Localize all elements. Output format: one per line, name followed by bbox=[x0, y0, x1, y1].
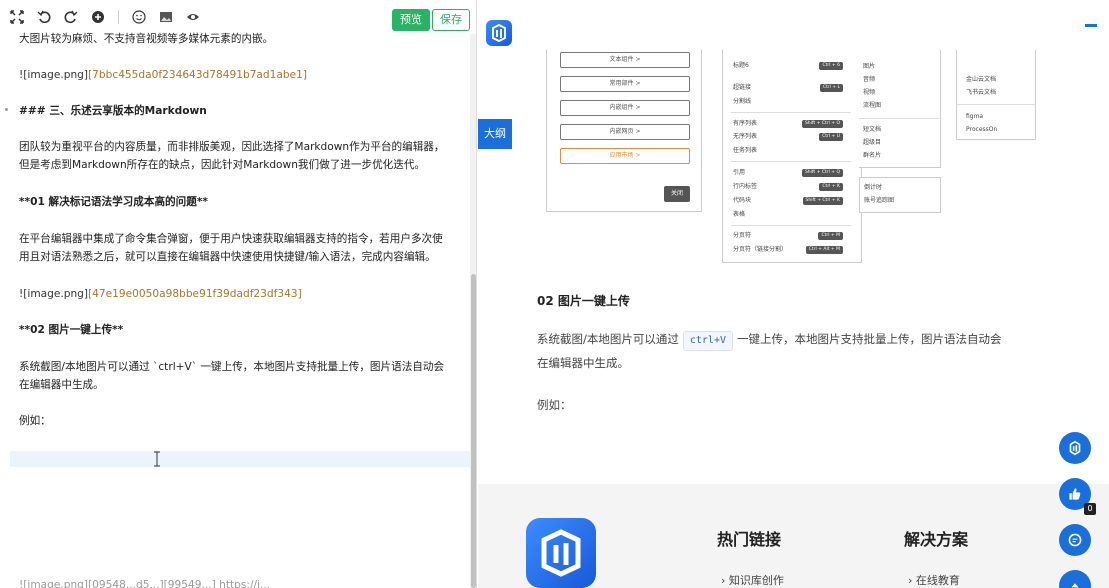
shortcut-row: 行内标签 Ctrl + K bbox=[733, 181, 843, 193]
mini-button: 内嵌网页 > bbox=[560, 124, 690, 140]
image-icon[interactable] bbox=[159, 10, 173, 24]
editor-line: ![image.png][47e19e0050a98bbe91f39dadf23… bbox=[19, 285, 302, 303]
chat-icon[interactable] bbox=[1059, 524, 1091, 556]
shortcut-divider bbox=[731, 112, 851, 113]
image-syntax: ![image.png] bbox=[19, 69, 89, 81]
toolbar-divider bbox=[118, 10, 119, 24]
shortcut-row: 代码块 Shift + Ctrl + K bbox=[733, 195, 843, 207]
screenshot-components-panel: 文本组件 > 常用部件 > 内嵌组件 > 内嵌网页 > 应用市场 > 关闭 bbox=[546, 50, 702, 212]
screenshot-shortcuts-panel: 标题6 Ctrl + 6 超链接 Ctrl + L 分割线 有序列表 Shift + … bbox=[722, 50, 862, 263]
mini-button: 应用市场 > bbox=[560, 148, 690, 164]
media-item: 群名片 bbox=[863, 152, 882, 159]
editor-line: 用且对语法熟悉之后，就可以直接在编辑器中快速使用快捷键/输入语法，完成内容编辑。 bbox=[19, 251, 436, 263]
editor-line: 团队较为重视平台的内容质量，而非排版美观，因此选择了Markdown作为平台的编… bbox=[19, 141, 445, 153]
editor-line: 在编辑器中生成。 bbox=[19, 379, 104, 391]
footer-logo[interactable] bbox=[526, 518, 596, 588]
preview-paragraph: 在编辑器中生成。 bbox=[537, 356, 629, 370]
media-item: 流程图 bbox=[863, 102, 882, 109]
active-line[interactable] bbox=[10, 451, 470, 467]
image-ref: [7bbc455da0f234643d78491b7ad1abe1] bbox=[88, 69, 307, 81]
footer-link[interactable]: › 在线教育 bbox=[908, 572, 960, 588]
mini-button: 常用部件 > bbox=[560, 76, 690, 92]
editor-line: **02 图片一键上传** bbox=[19, 324, 124, 336]
site-logo[interactable] bbox=[486, 20, 512, 46]
media-divider bbox=[859, 118, 939, 119]
preview-button[interactable]: 预览 bbox=[392, 9, 430, 31]
screenshot-media-panel: 图片 音频 视频 流程图 短文档 超级目 群名片 bbox=[859, 50, 941, 168]
add-icon[interactable] bbox=[91, 10, 105, 24]
shortcut-row: 超链接 Ctrl + L bbox=[733, 82, 843, 94]
shortcut-divider bbox=[731, 225, 851, 226]
editor-line: **01 解决标记语法学习成本高的问题** bbox=[19, 196, 208, 208]
mini-close-button: 关闭 bbox=[664, 186, 690, 202]
fullscreen-icon[interactable] bbox=[10, 10, 24, 24]
redo-icon[interactable] bbox=[64, 10, 78, 24]
media-item: 短文档 bbox=[863, 126, 882, 133]
doc-item: ProcessOn bbox=[966, 126, 998, 133]
editor-line: ### 三、乐述云享版本的Markdown bbox=[19, 105, 207, 117]
media-item: 图片 bbox=[863, 63, 876, 70]
editor-line: 但是考虑到Markdown所存在的缺点，因此针对Markdown我们做了进一步优… bbox=[19, 159, 426, 171]
footer-hot-links-heading: 热门链接 bbox=[717, 530, 782, 549]
mini-button: 内嵌组件 > bbox=[560, 100, 690, 116]
undo-icon[interactable] bbox=[37, 10, 51, 24]
tool-item: 账号追踪图 bbox=[864, 197, 895, 204]
editor-scrollbar[interactable] bbox=[470, 34, 476, 588]
shortcut-row: 表格 bbox=[733, 211, 746, 218]
editor-line: 大图片较为麻烦、不支持音视频等多媒体元素的内嵌。 bbox=[19, 33, 274, 45]
preview-paragraph: 系统截图/本地图片可以通过 ctrl+V 一键上传，本地图片支持批量上传，图片语法自… bbox=[537, 328, 1002, 351]
markdown-preview: 大纲 文本组件 > 常用部件 > 内嵌组件 > 内嵌网页 > 应用市场 > 关闭… bbox=[478, 0, 1109, 588]
markdown-editor[interactable]: 预览 保存 大图片较为麻烦、不支持音视频等多媒体元素的内嵌。 ![image.p… bbox=[0, 0, 477, 588]
doc-item: figma bbox=[966, 113, 984, 120]
media-item: 超级目 bbox=[863, 139, 882, 146]
footer-solutions-heading: 解决方案 bbox=[904, 530, 969, 549]
shortcut-divider bbox=[731, 161, 851, 162]
collapse-icon[interactable] bbox=[1085, 24, 1097, 27]
editor-line: 例如： bbox=[19, 415, 51, 427]
editor-line: 系统截图/本地图片可以通过 `ctrl+V` 一键上传，本地图片支持批量上传，图… bbox=[19, 361, 445, 373]
screenshot-tools-panel: 倒计时 账号追踪图 bbox=[859, 177, 941, 213]
shortcut-row: 引用 Shift + Ctrl + Q bbox=[733, 167, 843, 179]
shortcut-row: 任务列表 bbox=[733, 147, 758, 154]
shortcut-row: 分页符 Ctrl + M bbox=[733, 230, 843, 242]
doc-divider bbox=[957, 104, 1035, 105]
shortcut-row: 分割线 bbox=[733, 98, 752, 105]
shortcut-row: 标题6 Ctrl + 6 bbox=[733, 60, 843, 72]
editor-line: 在平台编辑器中集成了命令集合弹窗，便于用户快速获取编辑器支持的指令，若用户多次使 bbox=[19, 233, 443, 245]
eye-icon[interactable] bbox=[186, 10, 200, 24]
shortcut-row: 有序列表 Shift + Ctrl + O bbox=[733, 118, 843, 130]
app-root: 预览 保存 大图片较为麻烦、不支持音视频等多媒体元素的内嵌。 ![image.p… bbox=[0, 0, 1109, 588]
image-syntax: ![image.png] bbox=[19, 288, 89, 300]
shortcut-row: 无序列表 Ctrl + U bbox=[733, 131, 843, 143]
tool-item: 倒计时 bbox=[864, 184, 883, 191]
site-footer: 热门链接 解决方案 › 知识库创作 › 在线教育 bbox=[478, 484, 1109, 588]
editor-line: ![image.png][7bbc455da0f234643d78491b7ad… bbox=[19, 66, 307, 84]
shortcut-row: 分页符（链接分割） Ctrl + Alt + M bbox=[733, 244, 843, 256]
image-ref: [47e19e0050a98bbe91f39dadf23df343] bbox=[88, 288, 302, 300]
preview-heading: 02 图片一键上传 bbox=[537, 294, 630, 308]
doc-item: 飞书云文档 bbox=[966, 89, 997, 96]
mini-button: 文本组件 > bbox=[560, 52, 690, 68]
screenshot-docs-panel: 金山云文档 飞书云文档 figma ProcessOn bbox=[956, 50, 1036, 140]
app-float-icon[interactable] bbox=[1059, 432, 1091, 464]
text-cursor-icon bbox=[154, 451, 160, 467]
media-item: 视频 bbox=[863, 89, 876, 96]
editor-line: ![image.png][09548...d5...][99549...] ht… bbox=[19, 579, 271, 588]
media-item: 音频 bbox=[863, 76, 876, 83]
footer-link[interactable]: › 知识库创作 bbox=[721, 572, 784, 588]
fold-marker bbox=[5, 108, 8, 111]
save-button[interactable]: 保存 bbox=[432, 9, 470, 31]
doc-item: 金山云文档 bbox=[966, 76, 997, 83]
emoji-icon[interactable] bbox=[132, 10, 146, 24]
scrollbar-thumb[interactable] bbox=[471, 274, 476, 588]
like-count-badge: 0 bbox=[1084, 503, 1096, 515]
inline-code: ctrl+V bbox=[682, 331, 733, 351]
preview-paragraph: 例如： bbox=[537, 398, 572, 412]
outline-tab[interactable]: 大纲 bbox=[478, 119, 512, 149]
